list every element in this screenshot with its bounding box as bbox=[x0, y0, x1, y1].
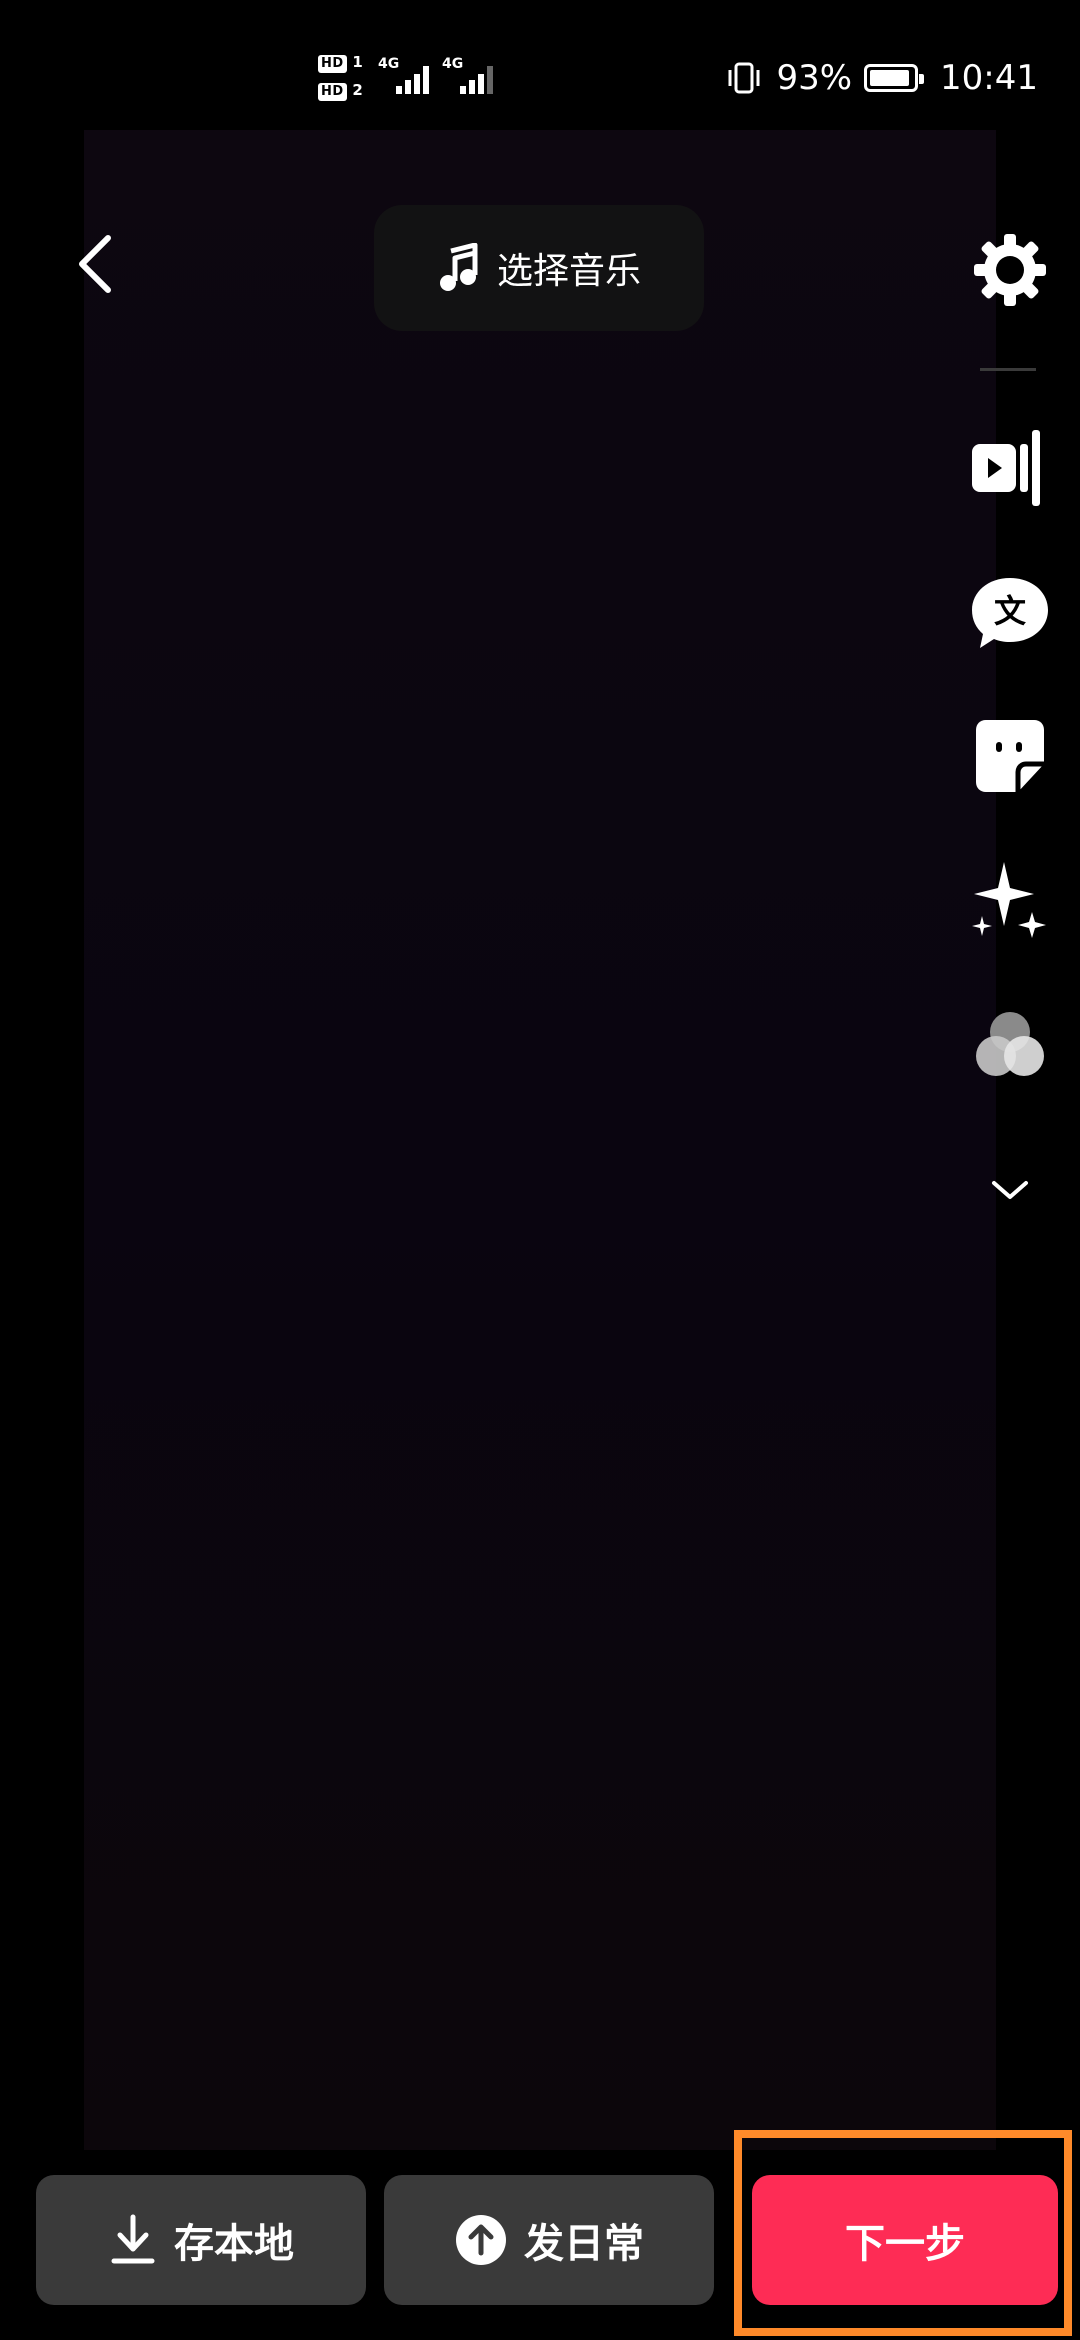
save-local-button[interactable]: 存本地 bbox=[36, 2175, 366, 2305]
text-button[interactable]: 文 bbox=[960, 564, 1060, 664]
effects-button[interactable] bbox=[960, 852, 1060, 952]
sticker-icon bbox=[976, 720, 1044, 792]
sim-badges: HD 1 HD 2 bbox=[318, 50, 374, 106]
hd-label: HD bbox=[318, 83, 347, 101]
select-music-button[interactable]: 选择音乐 bbox=[374, 205, 704, 331]
chevron-down-icon bbox=[992, 1181, 1028, 1199]
status-right: 93% 10:41 bbox=[724, 54, 1038, 102]
text-icon: 文 bbox=[972, 578, 1048, 648]
sticker-button[interactable] bbox=[960, 706, 1060, 806]
filter-button[interactable] bbox=[960, 996, 1060, 1096]
battery-percent: 93% bbox=[776, 58, 853, 98]
video-edit-screen: HD 1 HD 2 4G 4G 93% 10:41 选择音乐 文 存本地 发日常… bbox=[0, 0, 1080, 2340]
upload-circle-icon bbox=[456, 2215, 506, 2265]
vibrate-icon bbox=[728, 62, 760, 94]
sim1-label: 1 bbox=[352, 53, 364, 71]
clip-button[interactable] bbox=[958, 418, 1058, 518]
select-music-label: 选择音乐 bbox=[496, 251, 641, 292]
chevron-left-icon bbox=[79, 235, 111, 293]
svg-text:文: 文 bbox=[994, 592, 1026, 630]
sim2-label: 2 bbox=[352, 81, 364, 99]
clip-icon bbox=[972, 430, 1040, 506]
back-button[interactable] bbox=[60, 228, 132, 300]
video-preview[interactable] bbox=[84, 130, 996, 2150]
settings-button[interactable] bbox=[960, 220, 1060, 320]
download-icon bbox=[111, 2214, 155, 2264]
signal-2-icon: 4G bbox=[442, 56, 502, 96]
signal-1-icon: 4G bbox=[378, 56, 438, 96]
post-daily-button[interactable]: 发日常 bbox=[384, 2175, 714, 2305]
clock: 10:41 bbox=[940, 58, 1038, 98]
status-bar: HD 1 HD 2 4G 4G 93% 10:41 bbox=[0, 0, 1080, 130]
save-local-label: 存本地 bbox=[174, 2221, 294, 2267]
more-tools-button[interactable] bbox=[960, 1140, 1060, 1240]
sparkles-icon bbox=[972, 862, 1046, 938]
sim2-badge: HD 2 bbox=[318, 78, 374, 102]
filter-icon bbox=[976, 1012, 1044, 1076]
next-step-label: 下一步 bbox=[845, 2221, 965, 2267]
next-step-button[interactable]: 下一步 bbox=[752, 2175, 1058, 2305]
settings-icon bbox=[974, 234, 1046, 306]
hd-label: HD bbox=[318, 55, 347, 73]
post-daily-label: 发日常 bbox=[524, 2221, 644, 2267]
toolbar-divider bbox=[980, 368, 1036, 371]
sim1-badge: HD 1 bbox=[318, 50, 374, 74]
music-note-icon bbox=[439, 243, 478, 291]
battery-icon bbox=[864, 64, 925, 92]
